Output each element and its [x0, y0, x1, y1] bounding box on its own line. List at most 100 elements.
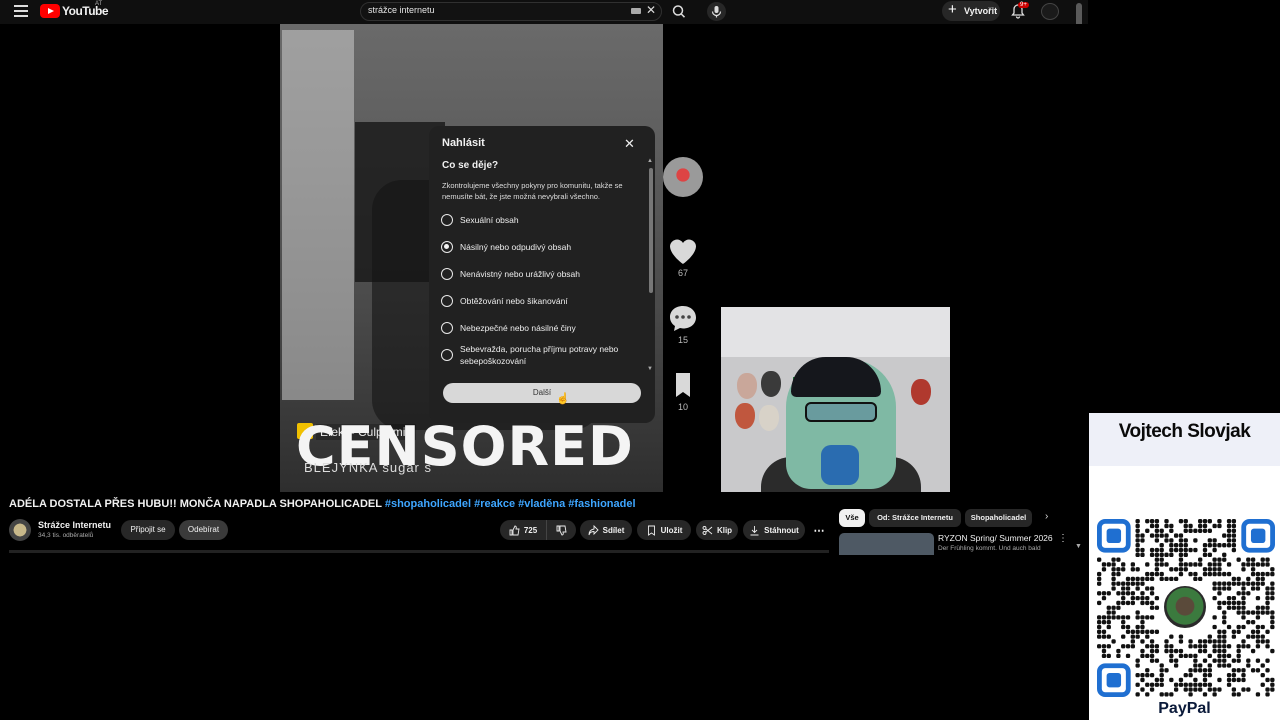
heart-icon — [670, 239, 696, 264]
chip-all[interactable]: Vše — [839, 509, 865, 527]
download-icon — [750, 525, 759, 535]
clip-button[interactable]: Klip — [696, 520, 738, 540]
search-input[interactable]: strážce internetu — [368, 5, 435, 15]
notification-badge: 9+ — [1018, 2, 1029, 8]
wall-mask — [911, 379, 931, 405]
chip-from-channel[interactable]: Od: Strážce Internetu — [869, 509, 961, 527]
like-button[interactable]: 725 — [500, 520, 546, 540]
keyboard-icon[interactable] — [631, 8, 641, 14]
option-label: Sexuální obsah — [460, 215, 519, 225]
country-code: AT — [95, 1, 103, 7]
like-count: 67 — [677, 268, 688, 278]
video-hashtags[interactable]: #shopaholicadel #reakce #vladěna #fashio… — [385, 498, 636, 510]
option-label: Sebevražda, porucha příjmu potravy nebo … — [460, 344, 619, 366]
save-count: 10 — [677, 402, 688, 412]
dialog-question: Co se děje? — [442, 160, 499, 171]
bookmark-icon — [647, 525, 655, 536]
microphone-icon — [711, 6, 722, 18]
close-icon[interactable]: ✕ — [624, 136, 635, 152]
recommendation-title[interactable]: RYZON Spring/ Summer 2026 — [938, 533, 1053, 543]
clear-search-icon[interactable]: ✕ — [646, 3, 656, 17]
subscriber-count: 34,3 tis. odběratelů — [38, 532, 94, 539]
voice-search-button[interactable] — [707, 2, 726, 21]
channel-avatar[interactable] — [9, 519, 31, 541]
wall-mask — [737, 373, 757, 399]
download-label: Stáhnout — [764, 525, 799, 535]
scroll-down-icon[interactable]: ▼ — [647, 366, 653, 372]
recommendation-subtitle: Der Frühling kommt. Und auch bald — [938, 545, 1041, 552]
dialog-scrollbar[interactable] — [649, 168, 653, 293]
video-caption: BLEJYNKA sugar s — [304, 460, 432, 475]
webcam-ceiling — [721, 307, 950, 357]
chevron-right-icon[interactable]: › — [1045, 511, 1048, 522]
option-label: Nebezpečné nebo násilné činy — [460, 323, 576, 333]
share-label: Sdílet — [602, 525, 625, 535]
radio-button-selected[interactable] — [441, 241, 453, 253]
hand-cursor-icon: ☝ — [556, 393, 570, 405]
donor-name: Vojtech Slovjak — [1118, 421, 1251, 442]
comment-count: 15 — [677, 335, 688, 345]
wall-mask — [759, 405, 779, 431]
report-option-self-harm[interactable]: Sebevražda, porucha příjmu potravy nebo … — [441, 343, 641, 367]
comment-icon — [670, 306, 696, 331]
search-button[interactable] — [667, 2, 691, 21]
bookmark-icon — [676, 373, 690, 397]
subscribe-button[interactable]: Odebírat — [179, 520, 228, 540]
video-scene-door — [282, 30, 354, 400]
webcam-overlay — [721, 307, 950, 492]
youtube-logo-icon[interactable] — [40, 4, 60, 18]
save-button[interactable]: Uložit — [637, 520, 691, 540]
radio-button[interactable] — [441, 268, 453, 280]
share-icon — [588, 524, 599, 535]
create-label: Vytvořit — [964, 6, 998, 16]
scroll-down-icon[interactable]: ▼ — [1075, 543, 1082, 550]
scissors-icon — [702, 525, 713, 535]
report-option-dangerous[interactable]: Nebezpečné nebo násilné činy — [441, 322, 636, 334]
join-button[interactable]: Připojit se — [121, 520, 175, 540]
thumb-down-icon — [556, 525, 567, 535]
radio-button[interactable] — [441, 349, 453, 361]
video-title-text: ADÉLA DOSTALA PŘES HUBU!! MONČA NAPADLA … — [9, 498, 382, 510]
option-label: Obtěžování nebo šikanování — [460, 296, 568, 306]
qr-logo-avatar — [1161, 583, 1209, 631]
more-actions-icon[interactable]: ⋯ — [809, 520, 829, 540]
dialog-title: Nahlásit — [442, 137, 485, 149]
like-count: 725 — [523, 525, 538, 535]
option-label: Násilný nebo odpudivý obsah — [460, 242, 572, 252]
chip-shopaholicadel[interactable]: Shopaholicadel — [965, 509, 1032, 527]
report-option-hateful[interactable]: Nenávistný nebo urážlivý obsah — [441, 268, 636, 280]
dislike-button[interactable] — [546, 520, 576, 540]
paypal-label: PayPal — [1158, 700, 1211, 717]
plus-icon: + — [948, 1, 957, 18]
account-avatar[interactable] — [1041, 3, 1059, 20]
save-label: Uložit — [660, 525, 683, 535]
report-option-harassment[interactable]: Obtěžování nebo šikanování — [441, 295, 636, 307]
radio-button[interactable] — [441, 295, 453, 307]
recommendation-thumbnail[interactable] — [839, 533, 934, 555]
clip-label: Klip — [716, 525, 733, 535]
save-action[interactable]: 10 — [665, 370, 701, 412]
comment-action[interactable]: 15 — [665, 303, 701, 345]
description-box-edge — [9, 550, 829, 553]
streamer-glasses — [805, 402, 877, 422]
microphone — [821, 445, 859, 485]
radio-button[interactable] — [441, 322, 453, 334]
search-icon — [672, 5, 686, 18]
option-label: Nenávistný nebo urážlivý obsah — [460, 269, 581, 279]
thumb-up-icon — [509, 525, 520, 535]
channel-name[interactable]: Strážce Internetu — [38, 520, 111, 530]
video-title: ADÉLA DOSTALA PŘES HUBU!! MONČA NAPADLA … — [9, 498, 636, 510]
share-button[interactable]: Sdílet — [580, 520, 632, 540]
radio-button[interactable] — [441, 214, 453, 226]
menu-icon[interactable] — [14, 5, 28, 17]
download-button[interactable]: Stáhnout — [743, 520, 805, 540]
creator-avatar[interactable] — [663, 157, 703, 197]
next-button[interactable]: Další — [443, 383, 641, 403]
wall-mask — [761, 371, 781, 397]
dialog-description: Zkontrolujeme všechny pokyny pro komunit… — [442, 181, 623, 201]
recommendation-menu-icon[interactable]: ⋮ — [1058, 533, 1068, 544]
scroll-up-icon[interactable]: ▲ — [647, 158, 653, 164]
report-option-sexual[interactable]: Sexuální obsah — [441, 214, 636, 226]
like-action[interactable]: 67 — [665, 236, 701, 278]
report-option-violent[interactable]: Násilný nebo odpudivý obsah — [441, 241, 636, 253]
